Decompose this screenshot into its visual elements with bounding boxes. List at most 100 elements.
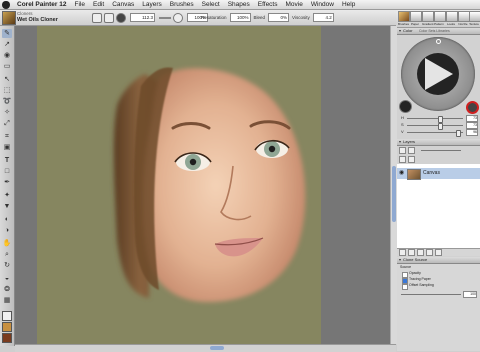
brush-selector-gradient[interactable]: Gradient (422, 11, 434, 27)
menu-brushes[interactable]: Brushes (166, 0, 198, 9)
brush-category-label[interactable]: Cloners (17, 11, 33, 16)
menu-window[interactable]: Window (307, 0, 338, 9)
menu-select[interactable]: Select (198, 0, 224, 9)
vertical-scroll-thumb[interactable] (391, 166, 396, 222)
collapse-triangle-icon[interactable] (399, 140, 401, 143)
apple-icon[interactable] (2, 0, 10, 9)
pen-tool-icon[interactable]: ✒ (2, 178, 12, 187)
preserve-transparency-icon[interactable] (408, 155, 415, 163)
magic-wand-tool-icon[interactable]: ✧ (2, 108, 12, 117)
gradient-swatch[interactable] (2, 322, 12, 332)
menu-app-name[interactable]: Corel Painter 12 (13, 0, 71, 9)
brush-size-field[interactable]: 112.3 (130, 13, 155, 22)
document-canvas[interactable] (37, 26, 321, 344)
composite-method-icon[interactable] (399, 146, 406, 154)
layer-commands-icon[interactable] (399, 249, 406, 256)
grabber-tool-icon[interactable]: ✋ (2, 239, 12, 248)
new-layer-mask-icon[interactable] (426, 249, 433, 256)
brush-variant-icon[interactable] (2, 11, 16, 25)
reset-tool-icon[interactable] (92, 12, 102, 23)
value-slider-track[interactable] (407, 131, 463, 133)
burn-tool-icon[interactable]: ◑ (2, 226, 12, 235)
saturation-value-field[interactable]: 73 (466, 122, 478, 129)
hue-marker[interactable] (436, 39, 441, 44)
brush-selector-paper[interactable]: Paper (410, 11, 422, 27)
offset-sampling-checkbox[interactable] (402, 284, 408, 290)
resaturation-field[interactable]: 100% (229, 13, 251, 22)
rotate-page-tool-icon[interactable]: ↻ (2, 261, 12, 270)
brush-selector-texture[interactable]: Texture (469, 11, 480, 27)
color-sets-tab[interactable]: Color Sets Libraries (419, 28, 450, 34)
saturation-value-triangle[interactable] (417, 53, 459, 95)
menu-layers[interactable]: Layers (138, 0, 166, 9)
layers-panel-titlebar[interactable]: Layers (397, 139, 480, 146)
dropper-tool-icon[interactable]: ↗ (2, 40, 12, 49)
mirror-tool-icon[interactable]: ◒ (2, 274, 12, 283)
viscosity-field[interactable]: 4.2 (312, 13, 334, 22)
kaleidoscope-tool-icon[interactable]: ❂ (2, 285, 12, 294)
opacity-icon[interactable] (173, 12, 183, 23)
value-slider-knob[interactable] (456, 129, 461, 137)
clone-color-icon[interactable] (466, 101, 479, 114)
menu-file[interactable]: File (71, 0, 89, 9)
menu-movie[interactable]: Movie (282, 0, 307, 9)
delete-layer-icon[interactable] (435, 249, 442, 256)
color-panel-tab[interactable]: Color (403, 28, 413, 34)
brush-variant-label[interactable]: Wet Oils Cloner (17, 17, 58, 23)
eye-icon[interactable]: ◉ (399, 170, 404, 177)
stroke-type-icon[interactable] (104, 12, 114, 23)
brush-tool-icon[interactable]: ✎ (2, 29, 12, 38)
layer-name[interactable]: Canvas (423, 168, 440, 179)
dodge-tool-icon[interactable]: ◐ (2, 215, 12, 224)
main-color-chip[interactable] (399, 100, 412, 113)
paper-swatch[interactable] (2, 311, 12, 321)
layer-options-icon[interactable] (408, 146, 415, 154)
transform-tool-icon[interactable]: ⤢ (2, 119, 12, 128)
menu-help[interactable]: Help (338, 0, 359, 9)
collapse-triangle-icon[interactable] (399, 29, 401, 32)
paint-bucket-tool-icon[interactable]: ◉ (2, 51, 12, 60)
menu-shapes[interactable]: Shapes (224, 0, 254, 9)
lock-layer-icon[interactable] (399, 155, 406, 163)
collapse-triangle-icon[interactable] (399, 258, 401, 261)
layer-row-canvas[interactable]: ◉ Canvas (397, 168, 480, 180)
menu-edit[interactable]: Edit (89, 0, 108, 9)
bleed-field[interactable]: 0% (268, 13, 290, 22)
color-panel-titlebar[interactable]: Color Color Sets Libraries (397, 28, 480, 35)
cloner-tool-icon[interactable]: ✦ (2, 191, 12, 200)
dynamic-plugins-icon[interactable] (408, 249, 415, 256)
hue-slider-track[interactable] (407, 117, 463, 119)
clone-source-panel-titlebar[interactable]: Clone Source (397, 257, 480, 264)
brush-size-slider[interactable] (159, 16, 171, 19)
clone-opacity-slider[interactable] (401, 294, 461, 295)
hue-value-field[interactable]: 73 (466, 115, 478, 122)
shape-tool-icon[interactable]: □ (2, 167, 12, 176)
dab-preview-icon[interactable] (116, 12, 126, 23)
menu-effects[interactable]: Effects (254, 0, 282, 9)
divine-proportion-tool-icon[interactable]: ▣ (2, 143, 12, 152)
eraser-tool-icon[interactable]: ▭ (2, 62, 12, 71)
new-layer-icon[interactable] (417, 249, 424, 256)
horizontal-scroll-thumb[interactable] (210, 346, 224, 350)
vertical-scrollbar[interactable] (390, 26, 397, 344)
lasso-tool-icon[interactable]: ➰ (2, 97, 12, 106)
brush-selector-brushes[interactable]: Brushes (398, 11, 410, 27)
text-tool-icon[interactable]: T (2, 156, 12, 165)
saturation-slider-track[interactable] (407, 124, 463, 126)
value-value-field[interactable]: 96 (466, 129, 478, 136)
layer-adjuster-tool-icon[interactable]: ↖ (2, 75, 12, 84)
color-wheel[interactable] (401, 37, 475, 111)
clone-source-panel-tab[interactable]: Clone Source (403, 257, 427, 263)
layers-panel-tab[interactable]: Layers (403, 139, 415, 145)
perspective-grid-tool-icon[interactable]: ▦ (2, 296, 12, 305)
brush-selector-pattern[interactable]: Pattern (434, 11, 446, 27)
rectangular-selection-tool-icon[interactable]: ⬚ (2, 86, 12, 95)
pattern-swatch[interactable] (2, 333, 12, 343)
clone-opacity-field[interactable]: 100 (463, 291, 477, 298)
rubber-stamp-tool-icon[interactable]: ▼ (2, 202, 12, 211)
menu-canvas[interactable]: Canvas (108, 0, 138, 9)
magnifier-tool-icon[interactable]: ⌕ (2, 250, 12, 259)
crop-tool-icon[interactable]: ⌗ (2, 132, 12, 141)
layer-opacity-slider[interactable] (421, 149, 461, 151)
brush-selector-looks[interactable]: Looks (446, 11, 458, 27)
